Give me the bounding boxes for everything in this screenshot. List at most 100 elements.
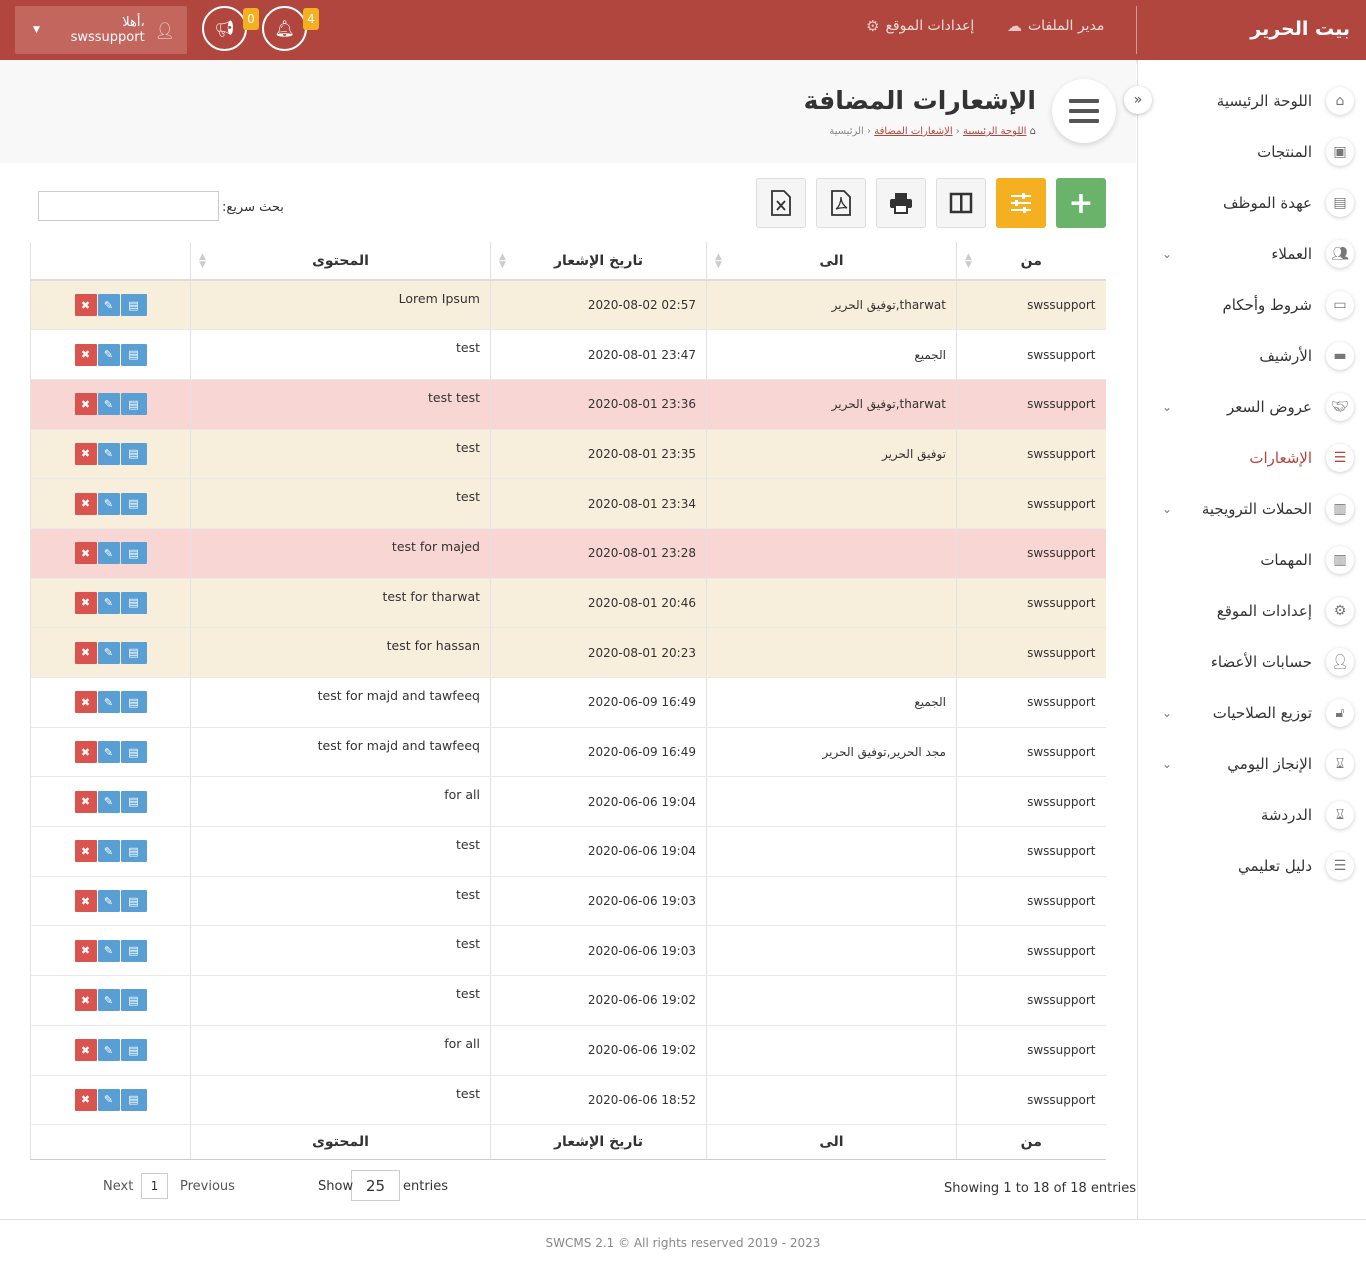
add-notification-button[interactable]: + xyxy=(1056,178,1106,228)
edit-button[interactable]: ✎ xyxy=(97,939,120,962)
view-button[interactable]: ▤ xyxy=(120,343,147,366)
view-button[interactable]: ▤ xyxy=(120,989,147,1012)
breadcrumb-dashboard-link[interactable]: اللوحة الرئيسية xyxy=(963,126,1026,137)
file-manager-link[interactable]: مدير الملفات ☁ xyxy=(1007,17,1104,35)
view-button[interactable]: ▤ xyxy=(120,939,147,962)
view-button[interactable]: ▤ xyxy=(120,294,147,317)
sidebar-item-terms[interactable]: ▭ شروط وأحكام xyxy=(1138,279,1366,330)
sidebar-item-tasks[interactable]: ▥ المهمات xyxy=(1138,534,1366,585)
columns-button[interactable] xyxy=(936,178,986,228)
view-button[interactable]: ▤ xyxy=(120,691,147,714)
delete-button[interactable]: ✖ xyxy=(74,1039,97,1062)
view-button[interactable]: ▤ xyxy=(120,492,147,515)
edit-button[interactable]: ✎ xyxy=(97,591,120,614)
view-button[interactable]: ▤ xyxy=(120,840,147,863)
sidebar-item-dashboard[interactable]: ⌂ اللوحة الرئيسية xyxy=(1138,75,1366,126)
delete-button[interactable]: ✖ xyxy=(74,542,97,565)
edit-button[interactable]: ✎ xyxy=(97,840,120,863)
print-button[interactable] xyxy=(876,178,926,228)
column-header-content[interactable]: المحتوى ▲ ▼ xyxy=(190,242,491,281)
sidebar-item-member-accounts[interactable]: 👤︎ حسابات الأعضاء xyxy=(1138,636,1366,687)
previous-page-button[interactable]: Previous xyxy=(180,1179,235,1194)
edit-button[interactable]: ✎ xyxy=(97,989,120,1012)
delete-button[interactable]: ✖ xyxy=(74,294,97,317)
sort-icon: ▲ ▼ xyxy=(499,252,506,270)
page-size-select[interactable]: 25 xyxy=(351,1170,400,1201)
edit-button[interactable]: ✎ xyxy=(97,343,120,366)
collapse-sidebar-button[interactable]: » xyxy=(1124,86,1152,114)
delete-button[interactable]: ✖ xyxy=(74,343,97,366)
pencil-icon: ✎ xyxy=(103,894,114,908)
page-1-button[interactable]: 1 xyxy=(141,1173,168,1199)
sidebar-item-site-settings[interactable]: ⚙ إعدادات الموقع xyxy=(1138,585,1366,636)
list-icon: ☰ xyxy=(1326,443,1354,472)
sidebar-item-campaigns[interactable]: ▥ الحملات الترويجية ⌄ xyxy=(1138,483,1366,534)
export-excel-button[interactable] xyxy=(756,178,806,228)
view-button[interactable]: ▤ xyxy=(120,641,147,664)
delete-button[interactable]: ✖ xyxy=(74,989,97,1012)
edit-button[interactable]: ✎ xyxy=(97,294,120,317)
view-button[interactable]: ▤ xyxy=(120,890,147,913)
edit-button[interactable]: ✎ xyxy=(97,890,120,913)
sidebar-item-notifications[interactable]: ☰ الإشعارات xyxy=(1138,432,1366,483)
breadcrumb-notifications-link[interactable]: الإشعارات المضافة xyxy=(874,126,952,137)
delete-button[interactable]: ✖ xyxy=(74,393,97,416)
column-header-from[interactable]: من ▲ ▼ xyxy=(956,242,1106,281)
announcements-button[interactable]: 📢︎ xyxy=(202,6,247,51)
id-card-icon: ▤ xyxy=(128,646,139,660)
delete-button[interactable]: ✖ xyxy=(74,641,97,664)
delete-button[interactable]: ✖ xyxy=(74,1088,97,1111)
delete-button[interactable]: ✖ xyxy=(74,591,97,614)
view-button[interactable]: ▤ xyxy=(120,1039,147,1062)
view-button[interactable]: ▤ xyxy=(120,790,147,813)
notifications-button[interactable]: 🔔︎ xyxy=(262,6,307,51)
edit-button[interactable]: ✎ xyxy=(97,641,120,664)
edit-button[interactable]: ✎ xyxy=(97,691,120,714)
delete-button[interactable]: ✖ xyxy=(74,840,97,863)
sidebar-item-daily-achievement[interactable]: ⌛︎ الإنجاز اليومي ⌄ xyxy=(1138,738,1366,789)
sidebar-item-employee-custody[interactable]: ▤ عهدة الموظف xyxy=(1138,177,1366,228)
next-page-button[interactable]: Next xyxy=(103,1179,133,1194)
view-button[interactable]: ▤ xyxy=(120,542,147,565)
view-button[interactable]: ▤ xyxy=(120,1088,147,1111)
edit-button[interactable]: ✎ xyxy=(97,790,120,813)
sidebar-item-quotes[interactable]: 🤝︎ عروض السعر ⌄ xyxy=(1138,381,1366,432)
view-button[interactable]: ▤ xyxy=(120,591,147,614)
edit-button[interactable]: ✎ xyxy=(97,741,120,764)
delete-button[interactable]: ✖ xyxy=(74,741,97,764)
delete-button[interactable]: ✖ xyxy=(74,442,97,465)
edit-button[interactable]: ✎ xyxy=(97,393,120,416)
edit-button[interactable]: ✎ xyxy=(97,1088,120,1111)
column-header-date[interactable]: تاريخ الإشعار ▲ ▼ xyxy=(490,242,707,281)
sidebar-item-products[interactable]: ▣ المنتجات xyxy=(1138,126,1366,177)
row-actions: ✖ ✎ ▤ xyxy=(30,528,191,579)
edit-button[interactable]: ✎ xyxy=(97,542,120,565)
cell-content: test xyxy=(190,329,491,380)
export-pdf-button[interactable] xyxy=(816,178,866,228)
filter-button[interactable] xyxy=(996,178,1046,228)
edit-button[interactable]: ✎ xyxy=(97,1039,120,1062)
delete-button[interactable]: ✖ xyxy=(74,691,97,714)
sidebar-item-chat[interactable]: ⌛︎ الدردشة xyxy=(1138,789,1366,840)
sidebar-item-customers[interactable]: 👥︎ العملاء ⌄ xyxy=(1138,228,1366,279)
delete-button[interactable]: ✖ xyxy=(74,890,97,913)
edit-button[interactable]: ✎ xyxy=(97,492,120,515)
brand-logo[interactable]: بيت الحرير xyxy=(1250,18,1350,40)
hamburger-menu-button[interactable] xyxy=(1052,79,1116,143)
id-card-icon: ▤ xyxy=(128,1093,139,1107)
column-header-to[interactable]: الى ▲ ▼ xyxy=(706,242,957,281)
delete-button[interactable]: ✖ xyxy=(74,492,97,515)
view-button[interactable]: ▤ xyxy=(120,393,147,416)
edit-button[interactable]: ✎ xyxy=(97,442,120,465)
view-button[interactable]: ▤ xyxy=(120,442,147,465)
view-button[interactable]: ▤ xyxy=(120,741,147,764)
delete-button[interactable]: ✖ xyxy=(74,790,97,813)
user-menu[interactable]: ▼ أهلا، swssupport 👤︎ xyxy=(15,6,187,54)
sidebar-item-tutorial[interactable]: ☰ دليل تعليمي xyxy=(1138,840,1366,891)
sidebar-item-archive[interactable]: ▬ الأرشيف xyxy=(1138,330,1366,381)
quick-search-input[interactable] xyxy=(38,191,219,221)
list-icon: ☰ xyxy=(1326,851,1354,880)
sidebar-item-permissions[interactable]: 🔓︎ توزيع الصلاحيات ⌄ xyxy=(1138,687,1366,738)
site-settings-link[interactable]: إعدادات الموقع ⚙ xyxy=(866,17,974,35)
delete-button[interactable]: ✖ xyxy=(74,939,97,962)
